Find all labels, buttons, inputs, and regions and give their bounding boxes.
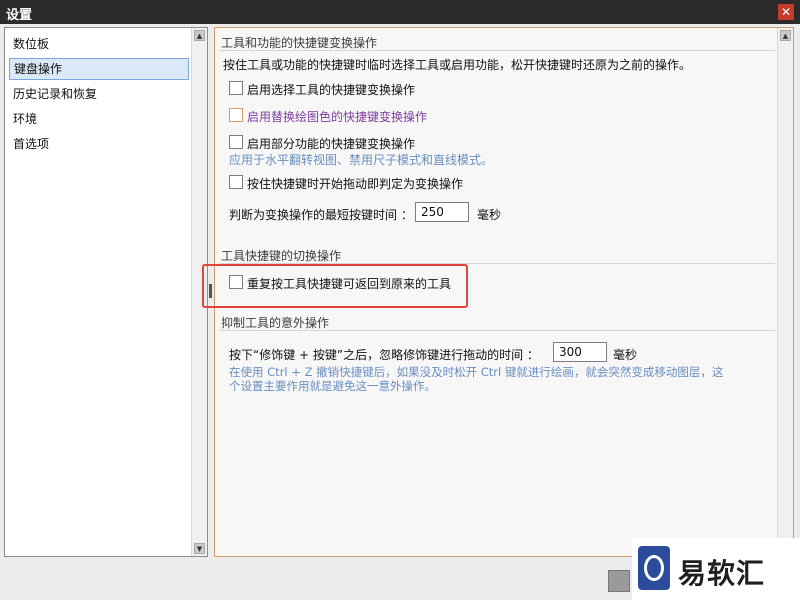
- checkbox-select-tool-switch[interactable]: [229, 81, 243, 95]
- min-press-time-unit: 毫秒: [477, 208, 502, 222]
- divider: [219, 50, 775, 51]
- checkbox-drag-as-switch[interactable]: [229, 175, 243, 189]
- scroll-down-icon[interactable]: ▼: [194, 543, 205, 554]
- checkbox-replace-color-switch[interactable]: [229, 108, 243, 122]
- min-press-time-input[interactable]: 250: [415, 202, 469, 222]
- suppress-hint-line2: 个设置主要作用就是避免这一意外操作。: [229, 379, 436, 393]
- sidebar-item-keyboard[interactable]: 键盘操作: [9, 58, 189, 80]
- ignore-modifier-label: 按下“修饰键 + 按键”之后，忽略修饰键进行拖动的时间 ：: [229, 348, 539, 362]
- window-title: 设置: [6, 8, 33, 23]
- category-list: 数位板 键盘操作 历史记录和恢复 环境 首选项 ▲ ▼: [4, 27, 208, 557]
- checkbox-partial-function-switch[interactable]: [229, 135, 243, 149]
- min-press-time-label: 判断为变换操作的最短按键时间 ：: [229, 208, 413, 222]
- sidebar-item-tablet[interactable]: 数位板: [9, 33, 189, 55]
- scroll-up-icon[interactable]: ▲: [780, 30, 791, 41]
- partial-function-hint: 应用于水平翻转视图、禁用尺子模式和直线模式。: [229, 153, 494, 167]
- ignore-modifier-input[interactable]: 300: [553, 342, 607, 362]
- watermark: 易软汇: [632, 538, 800, 600]
- watermark-text: 易软汇: [678, 557, 766, 590]
- section-title-suppress-accidental: 抑制工具的意外操作: [221, 316, 330, 330]
- divider: [219, 330, 775, 331]
- sidebar-item-history[interactable]: 历史记录和恢复: [9, 83, 189, 105]
- checkbox-label: 启用选择工具的快捷键变换操作: [247, 83, 416, 97]
- section-title-shortcut-switch: 工具和功能的快捷键变换操作: [221, 36, 378, 50]
- section-title-tool-toggle: 工具快捷键的切换操作: [221, 249, 342, 263]
- checkbox-label: 启用替换绘图色的快捷键变换操作: [247, 110, 428, 124]
- shortcut-switch-description: 按住工具或功能的快捷键时临时选择工具或启用功能，松开快捷键时还原为之前的操作。: [223, 58, 692, 72]
- scroll-up-icon[interactable]: ▲: [194, 30, 205, 41]
- checkbox-label: 启用部分功能的快捷键变换操作: [247, 137, 416, 151]
- watermark-logo-icon: [638, 546, 670, 590]
- close-icon[interactable]: ✕: [778, 4, 794, 20]
- ignore-modifier-unit: 毫秒: [613, 348, 638, 362]
- dialog-button[interactable]: [608, 570, 630, 592]
- sidebar-item-preferences[interactable]: 首选项: [9, 133, 189, 155]
- sidebar-item-environment[interactable]: 环境: [9, 108, 189, 130]
- highlight-annotation: [202, 264, 468, 308]
- title-bar: 设置 ✕: [0, 0, 800, 24]
- settings-dialog: 数位板 键盘操作 历史记录和恢复 环境 首选项 ▲ ▼ 工具和功能的快捷键变换操…: [0, 24, 800, 600]
- settings-scrollbar[interactable]: ▲ ▼: [777, 28, 793, 556]
- checkbox-label: 按住快捷键时开始拖动即判定为变换操作: [247, 177, 464, 191]
